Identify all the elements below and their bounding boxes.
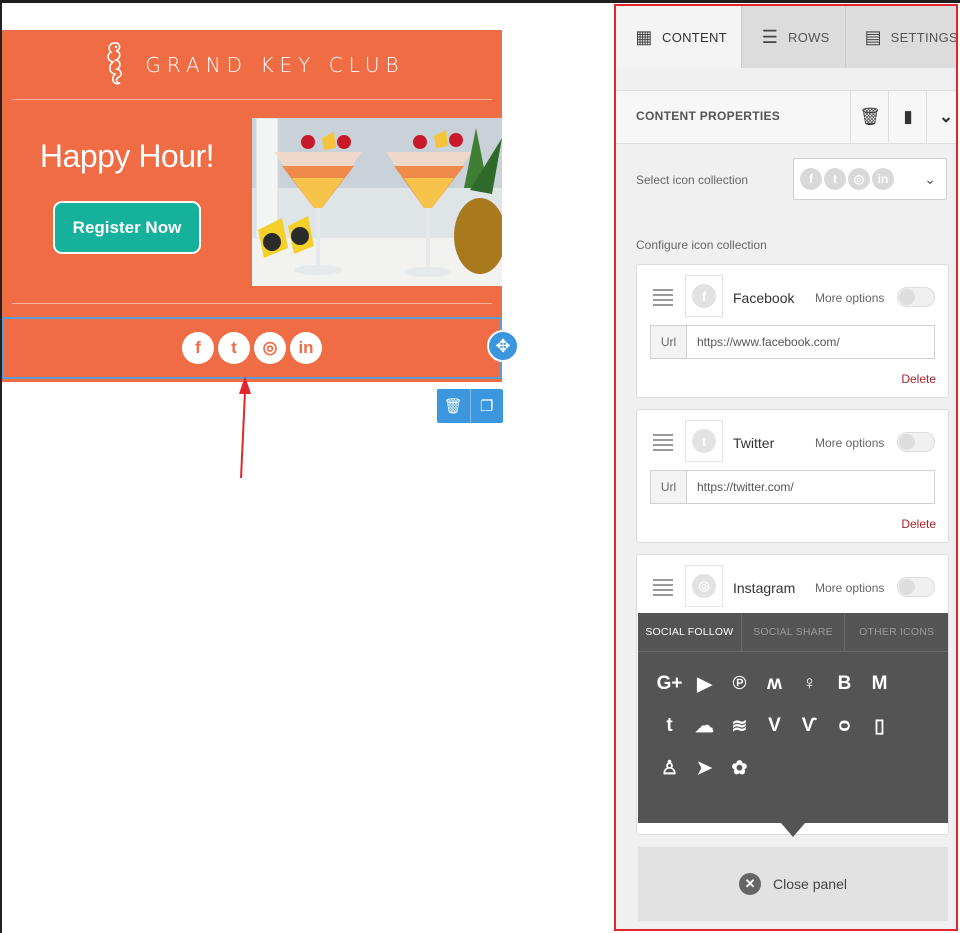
- move-handle-icon[interactable]: ✥: [487, 330, 519, 362]
- vine-icon[interactable]: Ѵ: [792, 713, 827, 739]
- brand-name: GRAND KEY CLUB: [145, 53, 405, 77]
- telegram-icon[interactable]: ➤: [687, 755, 722, 781]
- drag-handle-icon[interactable]: [653, 434, 673, 454]
- seahorse-logo-icon: [107, 42, 123, 85]
- snapchat-icon[interactable]: ♙: [652, 755, 687, 781]
- editor-panel: ▦ CONTENT ☰ ROWS ▤ SETTINGS CONTENT PROP…: [614, 4, 958, 931]
- rows-icon: ☰: [761, 26, 779, 47]
- tab-social-follow[interactable]: SOCIAL FOLLOW: [638, 613, 741, 651]
- linkedin-icon: in: [872, 168, 894, 190]
- facebook-icon[interactable]: f: [182, 332, 214, 364]
- url-prefix: Url: [651, 471, 687, 503]
- footer-divider: [12, 303, 492, 304]
- google-plus-icon[interactable]: G+: [652, 671, 687, 697]
- vimeo-icon[interactable]: V: [757, 713, 792, 739]
- wechat-icon[interactable]: ✿: [722, 755, 757, 781]
- close-panel-label: Close panel: [773, 876, 847, 892]
- url-field[interactable]: Url https://twitter.com/: [650, 470, 935, 504]
- duplicate-block-icon[interactable]: ❐: [469, 389, 504, 423]
- top-border: [0, 0, 960, 3]
- select-collection-label: Select icon collection: [636, 173, 749, 187]
- weibo-icon[interactable]: ᴑ: [827, 713, 862, 739]
- tab-rows[interactable]: ☰ ROWS: [742, 6, 846, 68]
- facebook-icon: f: [800, 168, 822, 190]
- instagram-icon: ◎: [848, 168, 870, 190]
- configure-collection-label: Configure icon collection: [636, 238, 767, 252]
- tab-settings-label: SETTINGS: [890, 29, 958, 45]
- instagram-icon: ◎: [692, 574, 716, 598]
- more-options-label: More options: [815, 436, 885, 450]
- instagram-icon[interactable]: ◎: [254, 332, 286, 364]
- social-icons-row[interactable]: f t ◎ in: [2, 317, 502, 379]
- instagram-thumb: ◎: [685, 565, 723, 607]
- close-panel-button[interactable]: ✕ Close panel: [638, 847, 948, 921]
- social-item-name: Facebook: [733, 290, 795, 306]
- tab-content-label: CONTENT: [662, 29, 727, 45]
- tab-rows-label: ROWS: [788, 29, 830, 45]
- email-header: GRAND KEY CLUB: [2, 30, 502, 100]
- social-item-card: f Facebook More options Url https://www.…: [636, 264, 949, 398]
- twitter-icon: t: [824, 168, 846, 190]
- behance-icon[interactable]: B: [827, 671, 862, 697]
- more-options-toggle[interactable]: [897, 432, 935, 452]
- delete-link[interactable]: Delete: [901, 372, 936, 386]
- cocktail-photo: [252, 118, 502, 286]
- more-options-toggle[interactable]: [897, 287, 935, 307]
- tab-social-share[interactable]: SOCIAL SHARE: [740, 613, 845, 651]
- hero-title: Happy Hour!: [39, 138, 215, 174]
- drag-handle-icon[interactable]: [653, 579, 673, 599]
- facebook-thumb: f: [685, 275, 723, 317]
- delete-block-icon[interactable]: 🗑: [437, 389, 470, 423]
- tab-content[interactable]: ▦ CONTENT: [616, 6, 742, 68]
- chevron-down-icon[interactable]: ⌄: [926, 91, 956, 143]
- icon-grid: G+ ▶ ℗ ʍ ♀ B M t ☁ ≋ V Ѵ ᴑ ▯ ♙ ➤ ✿: [652, 671, 932, 781]
- tumblr-icon[interactable]: t: [652, 713, 687, 739]
- icon-collection-select[interactable]: f t ◎ in ⌄: [793, 158, 947, 200]
- panel-tabs: ▦ CONTENT ☰ ROWS ▤ SETTINGS: [616, 6, 958, 68]
- more-options-label: More options: [815, 581, 885, 595]
- vk-icon[interactable]: ʍ: [757, 671, 792, 697]
- pinterest-icon[interactable]: ℗: [722, 671, 757, 697]
- twitter-thumb: t: [685, 420, 723, 462]
- content-properties-bar: CONTENT PROPERTIES 🗑 ▮ ⌄: [616, 90, 956, 144]
- content-properties-title: CONTENT PROPERTIES: [636, 109, 781, 123]
- twitter-icon: t: [692, 429, 716, 453]
- content-grid-icon: ▦: [635, 26, 653, 47]
- icon-picker-popup: SOCIAL FOLLOW SOCIAL SHARE OTHER ICONS G…: [638, 613, 948, 823]
- soundcloud-icon[interactable]: ☁: [687, 713, 722, 739]
- tab-settings[interactable]: ▤ SETTINGS: [846, 6, 958, 68]
- linkedin-icon[interactable]: in: [290, 332, 322, 364]
- delete-link[interactable]: Delete: [901, 517, 936, 531]
- tab-other-icons[interactable]: OTHER ICONS: [844, 613, 948, 651]
- social-item-name: Instagram: [733, 580, 796, 596]
- trash-icon[interactable]: 🗑: [850, 91, 889, 143]
- register-button[interactable]: Register Now: [53, 201, 201, 254]
- phone-icon[interactable]: ▯: [862, 713, 897, 739]
- url-field[interactable]: Url https://www.facebook.com/: [650, 325, 935, 359]
- close-icon: ✕: [739, 873, 762, 895]
- drag-handle-icon[interactable]: [653, 289, 673, 309]
- url-value[interactable]: https://www.facebook.com/: [687, 326, 840, 358]
- spotify-icon[interactable]: ≋: [722, 713, 757, 739]
- facebook-icon: f: [692, 284, 716, 308]
- medium-icon[interactable]: M: [862, 671, 897, 697]
- email-canvas: GRAND KEY CLUB Happy Hour! Register Now: [2, 30, 502, 382]
- block-tools: 🗑 ❐: [437, 389, 503, 423]
- chevron-down-icon: ⌄: [924, 171, 936, 187]
- more-options-toggle[interactable]: [897, 577, 935, 597]
- url-value[interactable]: https://twitter.com/: [687, 471, 794, 503]
- duplicate-icon[interactable]: ▮: [888, 91, 927, 143]
- settings-icon: ▤: [864, 26, 882, 47]
- odnoklassniki-icon[interactable]: ♀: [792, 671, 827, 697]
- more-options-label: More options: [815, 291, 885, 305]
- header-divider: [12, 99, 492, 100]
- icon-picker-tabs: SOCIAL FOLLOW SOCIAL SHARE OTHER ICONS: [638, 613, 948, 652]
- social-item-card: t Twitter More options Url https://twitt…: [636, 409, 949, 543]
- url-prefix: Url: [651, 326, 687, 358]
- twitter-icon[interactable]: t: [218, 332, 250, 364]
- youtube-icon[interactable]: ▶: [687, 671, 722, 697]
- popup-pointer: [781, 823, 805, 837]
- social-item-name: Twitter: [733, 435, 775, 451]
